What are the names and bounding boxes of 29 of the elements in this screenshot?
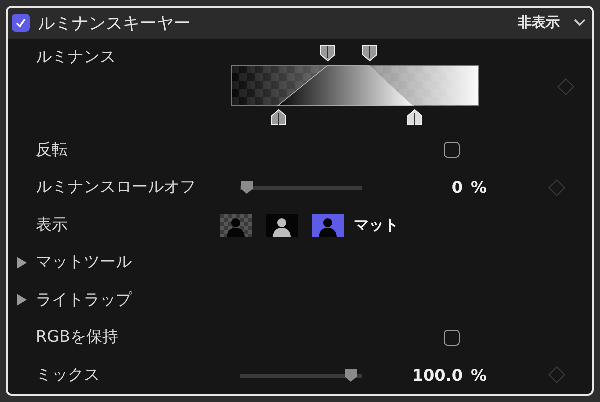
checkbox[interactable] <box>444 142 460 158</box>
unit-label: % <box>471 366 488 385</box>
slider-thumb[interactable] <box>240 180 254 196</box>
effect-title: ルミナンスキーヤー <box>38 12 192 35</box>
checkbox[interactable] <box>444 330 460 346</box>
parameter-label: RGBを保持 <box>36 327 120 348</box>
handle-icon[interactable] <box>361 44 380 62</box>
value-text[interactable]: 100.0 <box>367 366 463 385</box>
enable-checkbox[interactable] <box>12 14 30 32</box>
value-text[interactable]: 0 <box>367 178 463 198</box>
parameter-label[interactable]: ライトラップ <box>36 290 220 311</box>
view-mode-label: マット <box>354 216 399 235</box>
unit-label: % <box>471 178 488 198</box>
disclosure-triangle-icon[interactable] <box>16 256 28 269</box>
parameter-label: ミックス <box>36 364 101 386</box>
parameter-label: 表示 <box>36 214 69 236</box>
parameter-label: ルミナンス <box>36 46 117 68</box>
disclosure-triangle-icon[interactable] <box>16 294 28 306</box>
parameter-label: ルミナンスロールオフ <box>36 177 197 198</box>
parameter-label[interactable]: マットツール <box>36 252 220 274</box>
checkmark-icon <box>15 17 27 30</box>
handle-icon[interactable] <box>270 108 288 126</box>
view-mode-button[interactable] <box>266 214 298 237</box>
handle-icon[interactable] <box>406 108 424 126</box>
hide-link[interactable]: 非表示 <box>518 14 560 32</box>
slider-thumb[interactable] <box>344 368 358 383</box>
chevron-down-icon[interactable] <box>574 19 586 28</box>
parameter-label: 反転 <box>36 140 69 161</box>
handle-icon[interactable] <box>319 44 338 62</box>
